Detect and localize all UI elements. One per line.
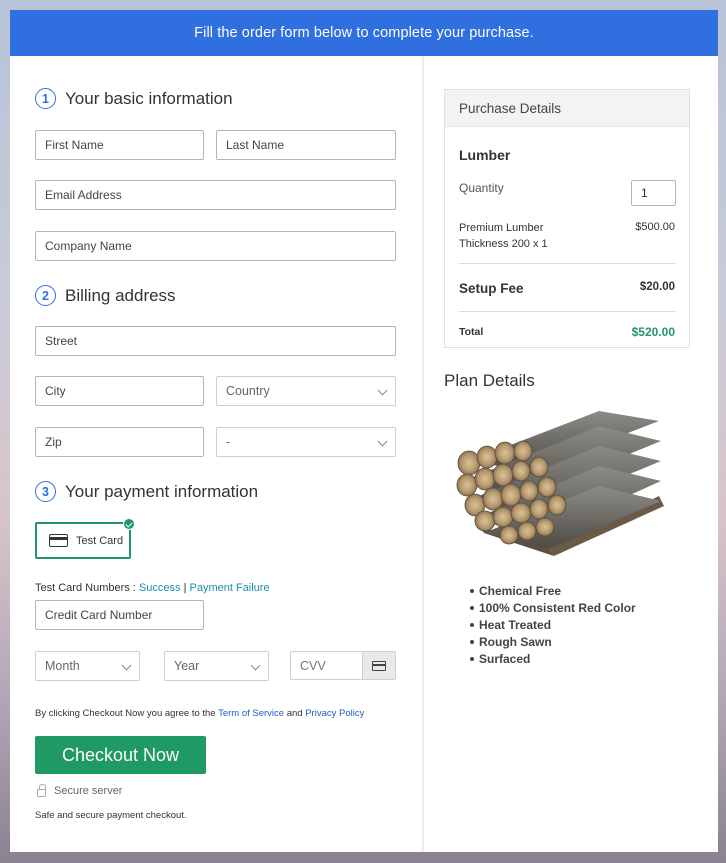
zip-input[interactable]: Zip xyxy=(35,427,204,457)
chevron-down-icon xyxy=(377,436,388,447)
plan-features-list: Chemical Free 100% Consistent Red Color … xyxy=(470,582,636,667)
terms-text: By clicking Checkout Now you agree to th… xyxy=(35,708,364,719)
feature-item: Chemical Free xyxy=(470,582,636,599)
street-input[interactable]: Street xyxy=(35,326,396,356)
setup-fee-label: Setup Fee xyxy=(459,281,524,296)
month-select[interactable]: Month xyxy=(35,651,140,681)
country-value: Country xyxy=(226,384,270,398)
safe-checkout-text: Safe and secure payment checkout. xyxy=(35,810,187,821)
city-placeholder: City xyxy=(45,384,66,398)
log-pile xyxy=(456,411,664,556)
step-number: 1 xyxy=(35,88,56,109)
privacy-policy-link[interactable]: Privacy Policy xyxy=(305,708,364,719)
item-spec: Thickness 200 x 1 xyxy=(459,238,548,250)
purchase-details-header: Purchase Details xyxy=(445,90,689,127)
cvv-input[interactable]: CVV xyxy=(290,651,396,680)
month-value: Month xyxy=(45,659,80,673)
check-icon xyxy=(123,518,135,530)
divider xyxy=(459,311,676,312)
secure-label: Secure server xyxy=(54,785,123,797)
quantity-input[interactable]: 1 xyxy=(631,180,676,206)
card-number-input[interactable]: Credit Card Number xyxy=(35,600,204,630)
test-card-numbers: Test Card Numbers : Success | Payment Fa… xyxy=(35,582,270,594)
divider xyxy=(459,263,676,264)
email-placeholder: Email Address xyxy=(45,188,122,202)
first-name-input[interactable]: First Name xyxy=(35,130,204,160)
top-banner: Fill the order form below to complete yo… xyxy=(10,10,718,56)
terms-of-service-link[interactable]: Term of Service xyxy=(218,708,284,719)
step-number: 3 xyxy=(35,481,56,502)
card-number-placeholder: Credit Card Number xyxy=(45,608,153,622)
cvv-card-addon xyxy=(362,652,395,679)
section-title: Your payment information xyxy=(65,481,259,501)
company-placeholder: Company Name xyxy=(45,239,132,253)
lumber-image xyxy=(456,411,664,556)
section-billing: 2 Billing address xyxy=(35,285,176,306)
last-name-input[interactable]: Last Name xyxy=(216,130,396,160)
setup-fee-value: $20.00 xyxy=(639,281,675,293)
credit-card-icon xyxy=(49,534,68,547)
section-title: Your basic information xyxy=(65,88,233,108)
street-placeholder: Street xyxy=(45,334,78,348)
country-select[interactable]: Country xyxy=(216,376,396,406)
item-description: Premium Lumber Thickness 200 x 1 xyxy=(459,220,548,252)
year-select[interactable]: Year xyxy=(164,651,269,681)
state-value: - xyxy=(226,435,231,449)
feature-item: 100% Consistent Red Color xyxy=(470,599,636,616)
column-divider xyxy=(422,56,424,852)
email-input[interactable]: Email Address xyxy=(35,180,396,210)
credit-card-icon xyxy=(372,660,386,671)
zip-placeholder: Zip xyxy=(45,435,62,449)
banner-text: Fill the order form below to complete yo… xyxy=(194,25,534,41)
product-name: Lumber xyxy=(459,147,511,163)
payment-failure-link[interactable]: Payment Failure xyxy=(190,582,270,594)
chevron-down-icon xyxy=(121,660,132,671)
state-select[interactable]: - xyxy=(216,427,396,457)
year-value: Year xyxy=(174,659,200,673)
test-numbers-label: Test Card Numbers : xyxy=(35,582,136,594)
secure-server: Secure server xyxy=(35,784,123,797)
item-price: $500.00 xyxy=(635,221,675,233)
first-name-placeholder: First Name xyxy=(45,138,104,152)
section-payment: 3 Your payment information xyxy=(35,481,258,502)
checkout-now-button[interactable]: Checkout Now xyxy=(35,736,206,774)
section-basic-info: 1 Your basic information xyxy=(35,88,233,109)
plan-details-title: Plan Details xyxy=(444,371,535,390)
chevron-down-icon xyxy=(377,385,388,396)
total-value: $520.00 xyxy=(631,325,675,339)
order-form-card: 1 Your basic information First Name Last… xyxy=(10,56,718,852)
lock-icon xyxy=(37,784,46,797)
city-input[interactable]: City xyxy=(35,376,204,406)
separator: | xyxy=(183,582,187,594)
last-name-placeholder: Last Name xyxy=(226,138,285,152)
quantity-value: 1 xyxy=(641,186,648,200)
feature-item: Rough Sawn xyxy=(470,633,636,650)
item-name: Premium Lumber xyxy=(459,222,544,234)
chevron-down-icon xyxy=(250,660,261,671)
purchase-details-box: Purchase Details Lumber Quantity 1 Premi… xyxy=(444,89,690,348)
total-label: Total xyxy=(459,326,484,338)
feature-item: Heat Treated xyxy=(470,616,636,633)
cvv-placeholder: CVV xyxy=(300,658,326,673)
feature-item: Surfaced xyxy=(470,650,636,667)
step-number: 2 xyxy=(35,285,56,306)
payment-option-label: Test Card xyxy=(76,534,124,547)
quantity-label: Quantity xyxy=(459,181,504,195)
payment-option-test-card[interactable]: Test Card xyxy=(35,518,135,559)
terms-and: and xyxy=(286,708,303,719)
section-title: Billing address xyxy=(65,285,176,305)
terms-prefix: By clicking Checkout Now you agree to th… xyxy=(35,708,216,719)
company-input[interactable]: Company Name xyxy=(35,231,396,261)
success-link[interactable]: Success xyxy=(139,582,181,594)
